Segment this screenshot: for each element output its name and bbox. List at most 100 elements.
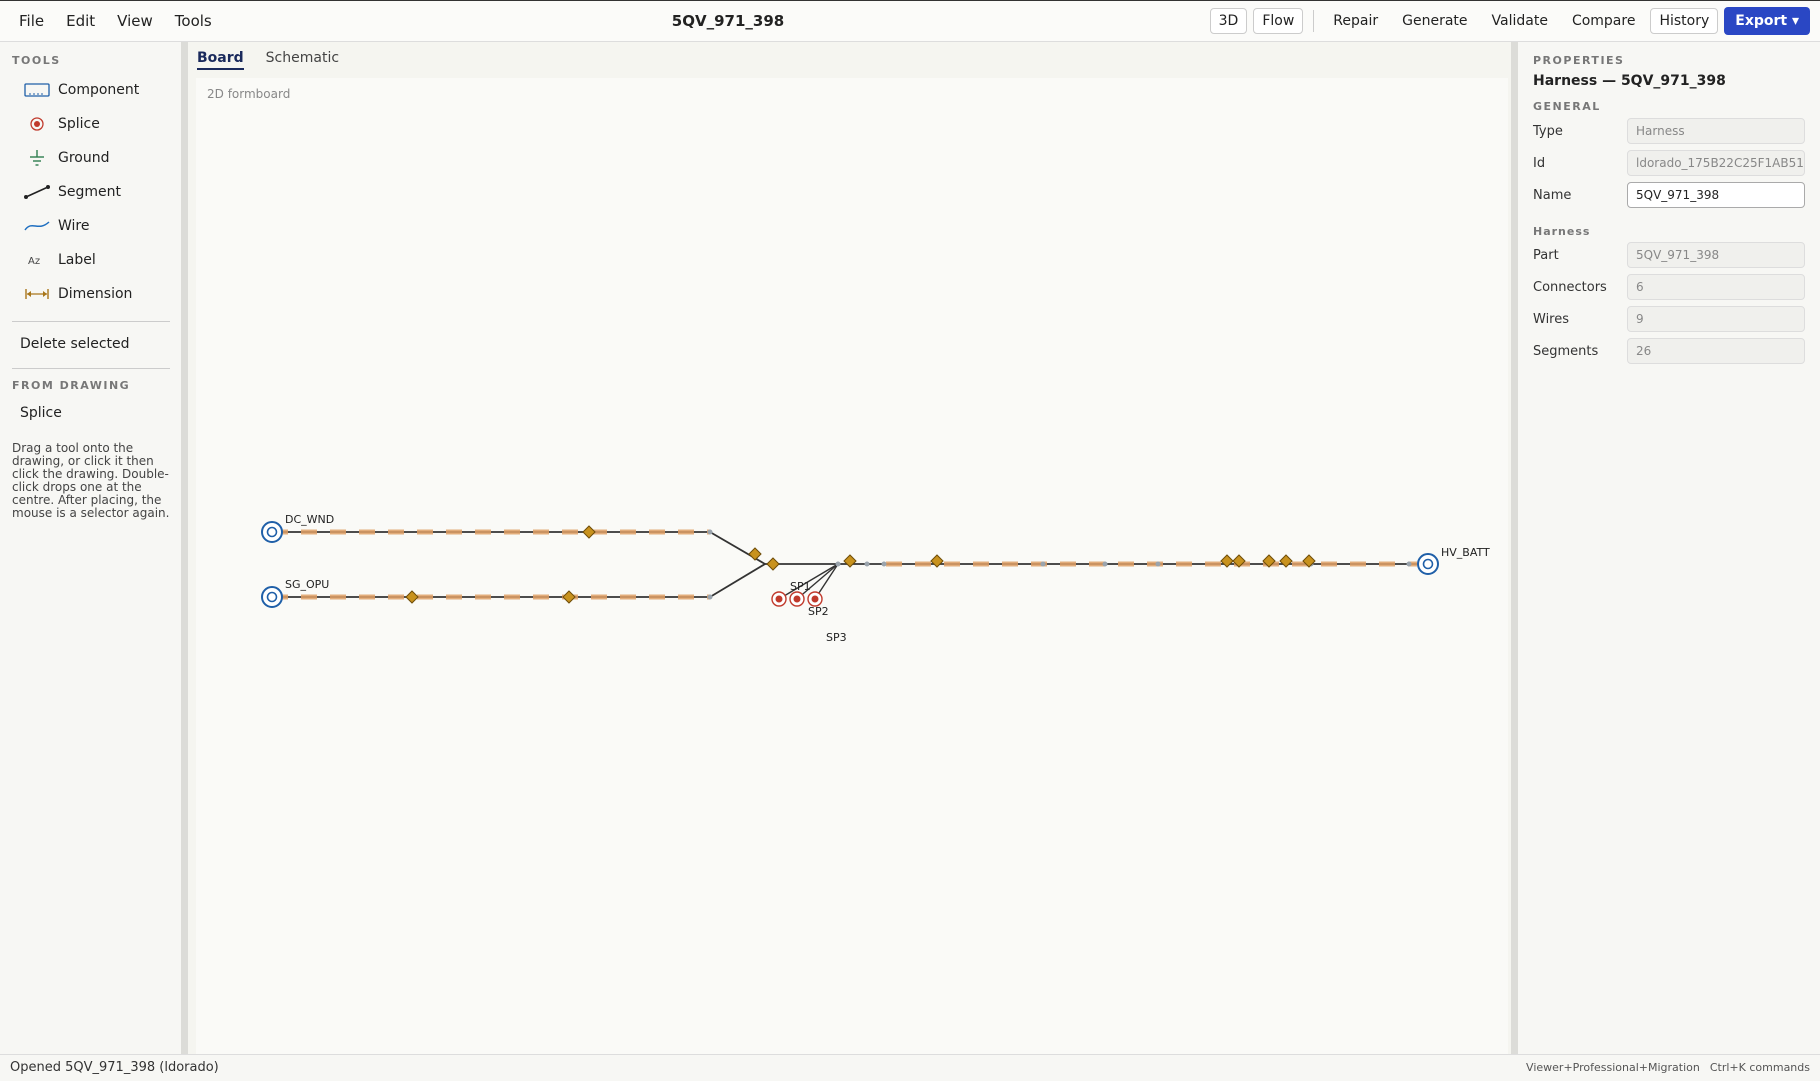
hint-line: mouse is a selector again.	[12, 506, 170, 520]
prop-label: Type	[1533, 124, 1563, 139]
fixture-icon[interactable]	[1220, 554, 1234, 568]
tool-splice[interactable]: Splice	[0, 107, 181, 141]
history-button[interactable]: History	[1650, 8, 1719, 34]
segment[interactable]	[709, 531, 766, 565]
splices	[771, 591, 823, 607]
dimension-icon	[20, 286, 54, 302]
from-drawing-splice[interactable]: Splice	[20, 405, 62, 421]
connectors-field: 6	[1627, 274, 1805, 300]
view-3d-button[interactable]: 3D	[1209, 8, 1248, 34]
fixture-icon[interactable]	[1279, 554, 1293, 568]
tool-dimension[interactable]: Dimension	[0, 277, 181, 311]
tool-label[interactable]: Az Label	[0, 243, 181, 277]
harness-drawing[interactable]: DC_WND SG_OPU HV_BATT SP1 SP2 SP3	[196, 78, 1508, 1054]
toolbar-divider	[1313, 10, 1315, 32]
prop-type: Type Harness	[1533, 118, 1813, 146]
prop-label: Connectors	[1533, 280, 1607, 295]
view-tabs: Board Schematic	[197, 50, 339, 70]
connector-label: HV_BATT	[1441, 546, 1490, 559]
fixture-icon[interactable]	[562, 590, 576, 604]
repair-button[interactable]: Repair	[1324, 8, 1387, 34]
divider	[12, 321, 170, 322]
fixture-icon[interactable]	[766, 557, 780, 571]
flow-button[interactable]: Flow	[1253, 8, 1304, 34]
prop-label: Name	[1533, 188, 1572, 203]
tool-label: Dimension	[58, 286, 133, 302]
prop-part: Part 5QV_971_398	[1533, 242, 1813, 270]
general-heading: GENERAL	[1533, 100, 1601, 113]
properties-title: Harness — 5QV_971_398	[1533, 73, 1726, 89]
fixture-icon[interactable]	[843, 554, 857, 568]
segment[interactable]	[709, 563, 766, 598]
tool-component[interactable]: Component	[0, 73, 181, 107]
tool-wire[interactable]: Wire	[0, 209, 181, 243]
splice-icon[interactable]	[789, 591, 805, 607]
name-field[interactable]: 5QV_971_398	[1627, 182, 1805, 208]
status-message: Opened 5QV_971_398 (ldorado)	[10, 1060, 219, 1075]
ground-icon	[20, 149, 54, 167]
divider	[12, 368, 170, 369]
status-bar: Opened 5QV_971_398 (ldorado) Viewer+Prof…	[0, 1054, 1820, 1081]
connector-label: DC_WND	[285, 513, 334, 526]
prop-label: Id	[1533, 156, 1546, 171]
compare-button[interactable]: Compare	[1563, 8, 1645, 34]
fixture-icon[interactable]	[405, 590, 419, 604]
fixture-icon[interactable]	[582, 525, 596, 539]
delete-selected-button[interactable]: Delete selected	[20, 336, 130, 352]
status-right: Viewer+Professional+Migration Ctrl+K com…	[1526, 1061, 1810, 1074]
segments-field: 26	[1627, 338, 1805, 364]
prop-id: Id ldorado_175B22C25F1AB51	[1533, 150, 1813, 178]
tools-panel: TOOLS Component Splice Ground Segment Wi…	[0, 42, 181, 1054]
left-panel-resizer[interactable]	[181, 42, 188, 1054]
right-panel-resizer[interactable]	[1511, 42, 1518, 1054]
segment-icon	[20, 184, 54, 200]
command-shortcut[interactable]: Ctrl+K commands	[1710, 1061, 1810, 1074]
tab-board[interactable]: Board	[197, 50, 244, 70]
connector-label: SG_OPU	[285, 578, 329, 591]
generate-button[interactable]: Generate	[1393, 8, 1476, 34]
tools-heading: TOOLS	[12, 54, 61, 67]
toolbar: 3D Flow Repair Generate Validate Compare…	[1209, 1, 1810, 41]
fixture-icon[interactable]	[930, 554, 944, 568]
part-field: 5QV_971_398	[1627, 242, 1805, 268]
splice-label: SP1	[790, 580, 811, 593]
tool-label-text: Label	[58, 252, 96, 268]
wire-icon	[20, 218, 54, 234]
id-field: ldorado_175B22C25F1AB51	[1627, 150, 1805, 176]
tool-hint: Drag a tool onto the drawing, or click i…	[12, 442, 177, 520]
type-field: Harness	[1627, 118, 1805, 144]
prop-segments: Segments 26	[1533, 338, 1813, 366]
prop-wires: Wires 9	[1533, 306, 1813, 334]
fixture-icon[interactable]	[748, 547, 762, 561]
connector-icon[interactable]	[261, 586, 283, 608]
tool-label: Splice	[58, 116, 100, 132]
splice-icon[interactable]	[771, 591, 787, 607]
tool-segment[interactable]: Segment	[0, 175, 181, 209]
validate-button[interactable]: Validate	[1483, 8, 1557, 34]
prop-name: Name 5QV_971_398	[1533, 182, 1813, 210]
prop-connectors: Connectors 6	[1533, 274, 1813, 302]
splice-icon[interactable]	[807, 591, 823, 607]
tool-label: Segment	[58, 184, 121, 200]
tools-list: Component Splice Ground Segment Wire Az …	[0, 73, 181, 311]
harness-heading: Harness	[1533, 225, 1591, 238]
formboard-canvas[interactable]: DC_WND SG_OPU HV_BATT SP1 SP2 SP3	[196, 78, 1508, 1054]
connector-icon[interactable]	[261, 521, 283, 543]
from-drawing-heading: FROM DRAWING	[12, 379, 131, 392]
label-icon: Az	[20, 252, 54, 268]
license-text: Viewer+Professional+Migration	[1526, 1061, 1700, 1074]
export-button[interactable]: Export ▾	[1724, 7, 1810, 35]
prop-label: Part	[1533, 248, 1559, 263]
wires-field: 9	[1627, 306, 1805, 332]
tab-schematic[interactable]: Schematic	[266, 50, 339, 70]
tool-label: Component	[58, 82, 140, 98]
formboard-label: 2D formboard	[207, 87, 291, 101]
splice-icon	[20, 116, 54, 132]
connector-icon[interactable]	[1417, 553, 1439, 575]
tool-ground[interactable]: Ground	[0, 141, 181, 175]
component-icon	[20, 82, 54, 98]
splice-label: SP3	[826, 631, 847, 644]
top-bar: File Edit View Tools 5QV_971_398 3D Flow…	[0, 0, 1820, 42]
tool-label: Ground	[58, 150, 110, 166]
prop-label: Wires	[1533, 312, 1570, 327]
